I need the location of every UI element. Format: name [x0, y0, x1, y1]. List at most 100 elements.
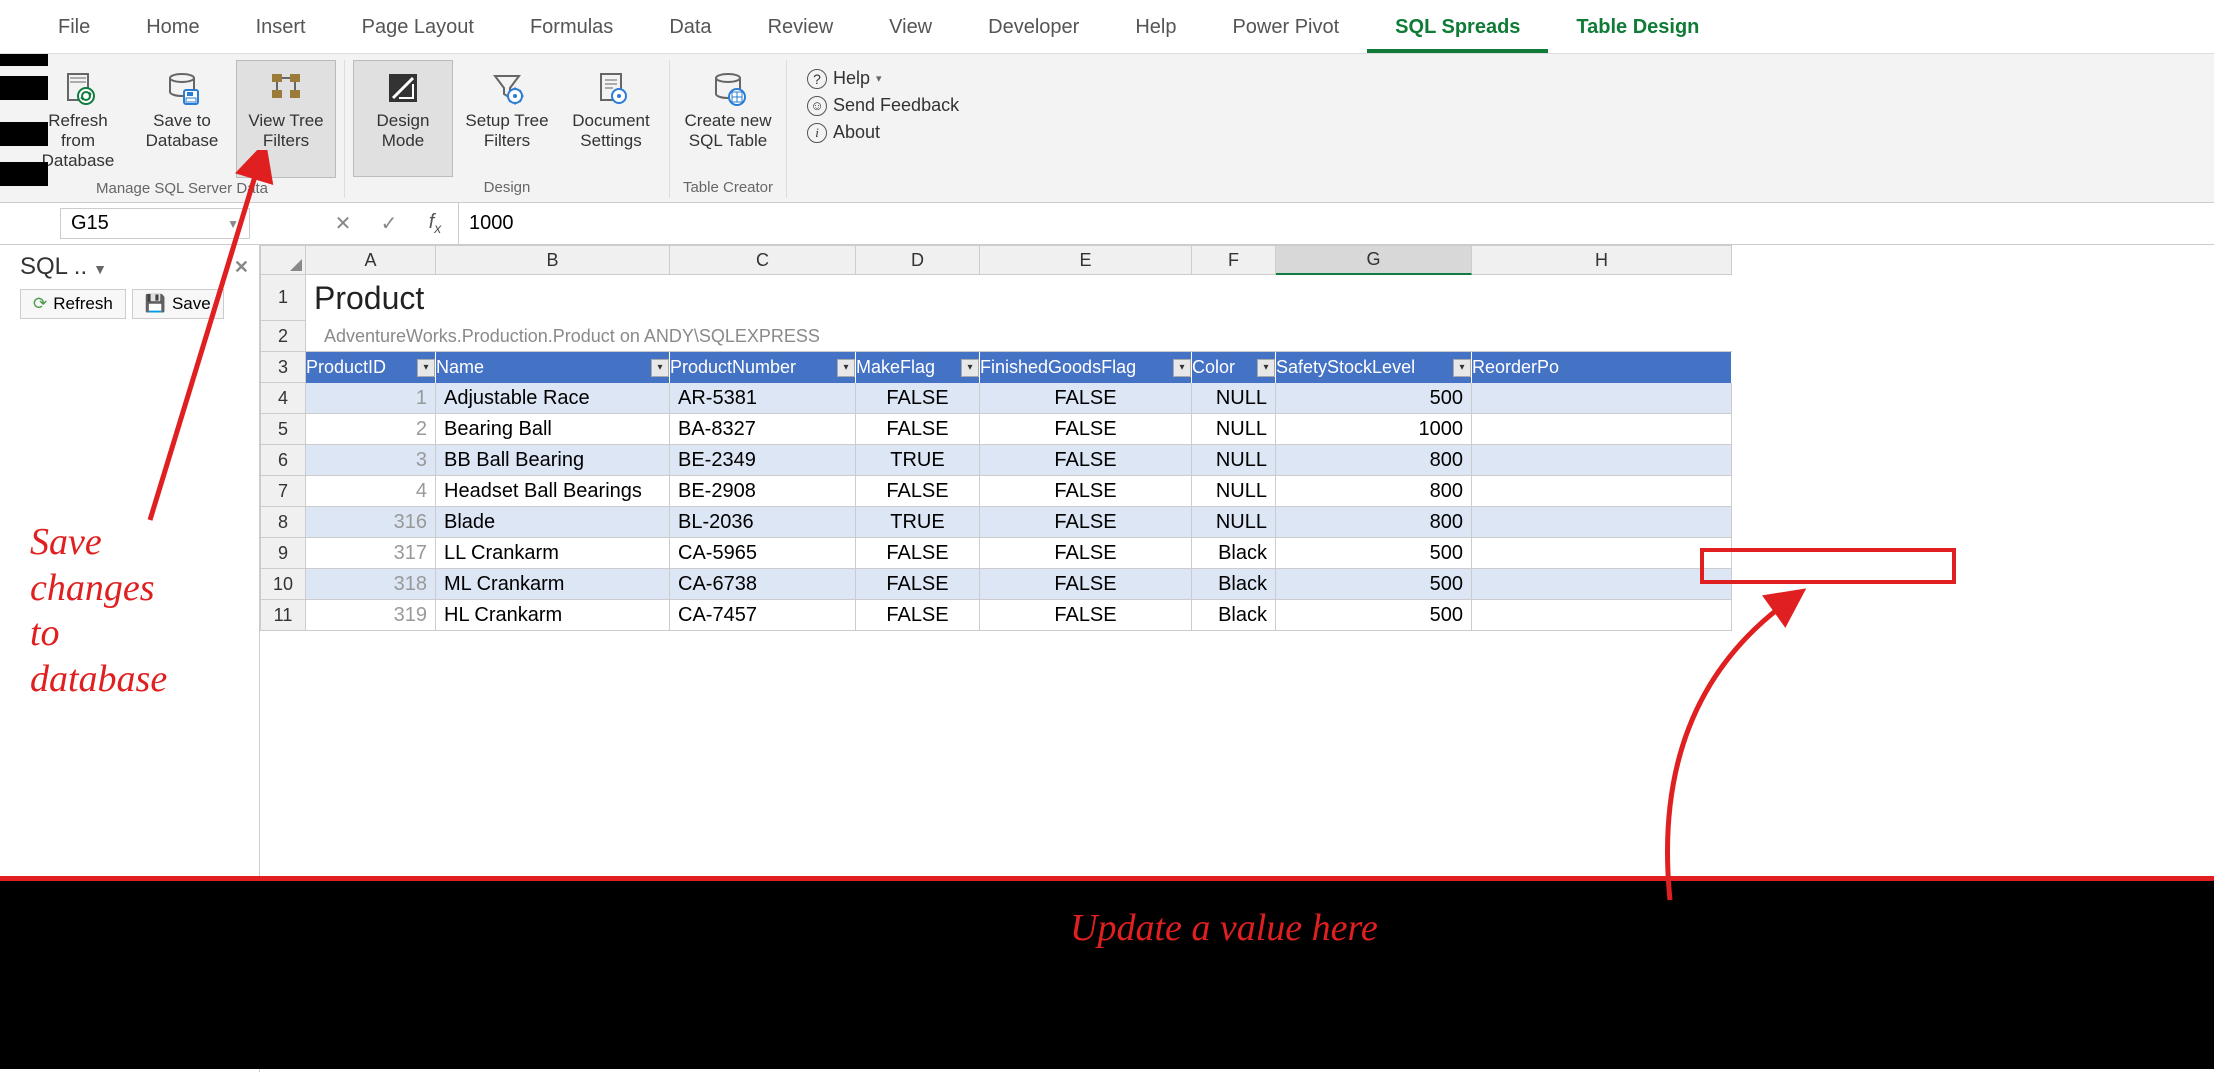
ribbon-tab-table-design[interactable]: Table Design [1548, 8, 1727, 53]
ribbon-tab-view[interactable]: View [861, 8, 960, 53]
cell[interactable]: Black [1192, 600, 1276, 631]
cell[interactable]: Headset Ball Bearings [436, 476, 670, 507]
row-header[interactable]: 4 [260, 383, 306, 414]
table-header-finishedgoodsflag[interactable]: FinishedGoodsFlag▾ [980, 352, 1192, 383]
cell[interactable]: 800 [1276, 476, 1472, 507]
table-header-productid[interactable]: ProductID▾ [306, 352, 436, 383]
cell[interactable]: 800 [1276, 445, 1472, 476]
column-header-G[interactable]: G [1276, 245, 1472, 275]
row-header[interactable]: 1 [260, 275, 306, 321]
save-db-button[interactable]: Save to Database [132, 60, 232, 178]
cell[interactable]: FALSE [980, 476, 1192, 507]
refresh-db-button[interactable]: Refresh from Database [28, 60, 128, 178]
close-icon[interactable]: ✕ [234, 257, 249, 278]
ribbon-tab-review[interactable]: Review [740, 8, 862, 53]
column-header-C[interactable]: C [670, 245, 856, 275]
cell[interactable]: FALSE [980, 569, 1192, 600]
cell[interactable]: TRUE [856, 507, 980, 538]
cell[interactable] [1472, 445, 1732, 476]
row-header[interactable]: 6 [260, 445, 306, 476]
cell[interactable] [1472, 600, 1732, 631]
cell[interactable]: ML Crankarm [436, 569, 670, 600]
cell[interactable]: FALSE [980, 538, 1192, 569]
table-header-makeflag[interactable]: MakeFlag▾ [856, 352, 980, 383]
cell[interactable]: 4 [306, 476, 436, 507]
create-table-button[interactable]: Create new SQL Table [678, 60, 778, 177]
column-header-B[interactable]: B [436, 245, 670, 275]
ribbon-tab-developer[interactable]: Developer [960, 8, 1107, 53]
cell[interactable]: FALSE [856, 476, 980, 507]
chevron-down-icon[interactable]: ▼ [227, 217, 239, 231]
table-header-reorderpoint[interactable]: ReorderPo [1472, 352, 1732, 383]
cell[interactable]: 317 [306, 538, 436, 569]
formula-accept-button[interactable]: ✓ [366, 211, 412, 236]
cell[interactable]: BE-2349 [670, 445, 856, 476]
cell[interactable]: NULL [1192, 383, 1276, 414]
table-header-name[interactable]: Name▾ [436, 352, 670, 383]
column-header-F[interactable]: F [1192, 245, 1276, 275]
filter-icon[interactable]: ▾ [1173, 359, 1191, 377]
ribbon-tab-formulas[interactable]: Formulas [502, 8, 641, 53]
row-header[interactable]: 5 [260, 414, 306, 445]
cell[interactable]: 500 [1276, 600, 1472, 631]
filter-icon[interactable]: ▾ [417, 359, 435, 377]
design-mode-button[interactable]: Design Mode [353, 60, 453, 177]
cell[interactable]: 3 [306, 445, 436, 476]
cell[interactable]: LL Crankarm [436, 538, 670, 569]
sheet-title[interactable]: Product [306, 275, 1732, 321]
cell[interactable]: FALSE [980, 600, 1192, 631]
doc-settings-button[interactable]: Document Settings [561, 60, 661, 177]
cell[interactable]: FALSE [980, 445, 1192, 476]
cell[interactable]: CA-6738 [670, 569, 856, 600]
row-header[interactable]: 11 [260, 600, 306, 631]
cell[interactable]: CA-5965 [670, 538, 856, 569]
cell[interactable]: AR-5381 [670, 383, 856, 414]
cell[interactable]: Blade [436, 507, 670, 538]
cell[interactable]: BL-2036 [670, 507, 856, 538]
filter-icon[interactable]: ▾ [651, 359, 669, 377]
ribbon-tab-home[interactable]: Home [118, 8, 227, 53]
cell[interactable]: NULL [1192, 507, 1276, 538]
name-box[interactable]: G15 ▼ [60, 208, 250, 239]
cell[interactable]: NULL [1192, 445, 1276, 476]
cell[interactable] [1472, 383, 1732, 414]
cell[interactable]: BE-2908 [670, 476, 856, 507]
tree-filters-button[interactable]: View Tree Filters [236, 60, 336, 178]
cell[interactable] [1472, 507, 1732, 538]
filter-icon[interactable]: ▾ [1453, 359, 1471, 377]
cell[interactable]: 800 [1276, 507, 1472, 538]
cell[interactable]: FALSE [856, 538, 980, 569]
cell[interactable]: 318 [306, 569, 436, 600]
cell[interactable]: FALSE [856, 600, 980, 631]
cell[interactable]: FALSE [856, 569, 980, 600]
help-button[interactable]: ?Help ▾ [807, 68, 959, 89]
feedback-button[interactable]: ☺Send Feedback [807, 95, 959, 116]
cell[interactable] [1472, 476, 1732, 507]
ribbon-tab-power-pivot[interactable]: Power Pivot [1204, 8, 1367, 53]
ribbon-tab-insert[interactable]: Insert [228, 8, 334, 53]
row-header[interactable]: 2 [260, 321, 306, 352]
cell[interactable] [1472, 414, 1732, 445]
about-button[interactable]: iAbout [807, 122, 959, 143]
row-header[interactable]: 3 [260, 352, 306, 383]
ribbon-tab-page-layout[interactable]: Page Layout [334, 8, 502, 53]
cell[interactable]: 500 [1276, 383, 1472, 414]
row-header[interactable]: 7 [260, 476, 306, 507]
fx-icon[interactable]: fx [412, 211, 458, 236]
side-refresh-button[interactable]: ⟳ Refresh [20, 289, 126, 319]
cell[interactable]: FALSE [856, 414, 980, 445]
cell[interactable] [1472, 569, 1732, 600]
cell[interactable]: FALSE [980, 414, 1192, 445]
cell[interactable]: Adjustable Race [436, 383, 670, 414]
ribbon-tab-help[interactable]: Help [1107, 8, 1204, 53]
cell[interactable]: Black [1192, 538, 1276, 569]
cell[interactable]: Black [1192, 569, 1276, 600]
filter-icon[interactable]: ▾ [1257, 359, 1275, 377]
cell[interactable]: NULL [1192, 414, 1276, 445]
cell[interactable]: FALSE [856, 383, 980, 414]
cell[interactable]: FALSE [980, 383, 1192, 414]
filter-icon[interactable]: ▾ [961, 359, 979, 377]
ribbon-tab-file[interactable]: File [30, 8, 118, 53]
cell[interactable]: 316 [306, 507, 436, 538]
column-header-A[interactable]: A [306, 245, 436, 275]
